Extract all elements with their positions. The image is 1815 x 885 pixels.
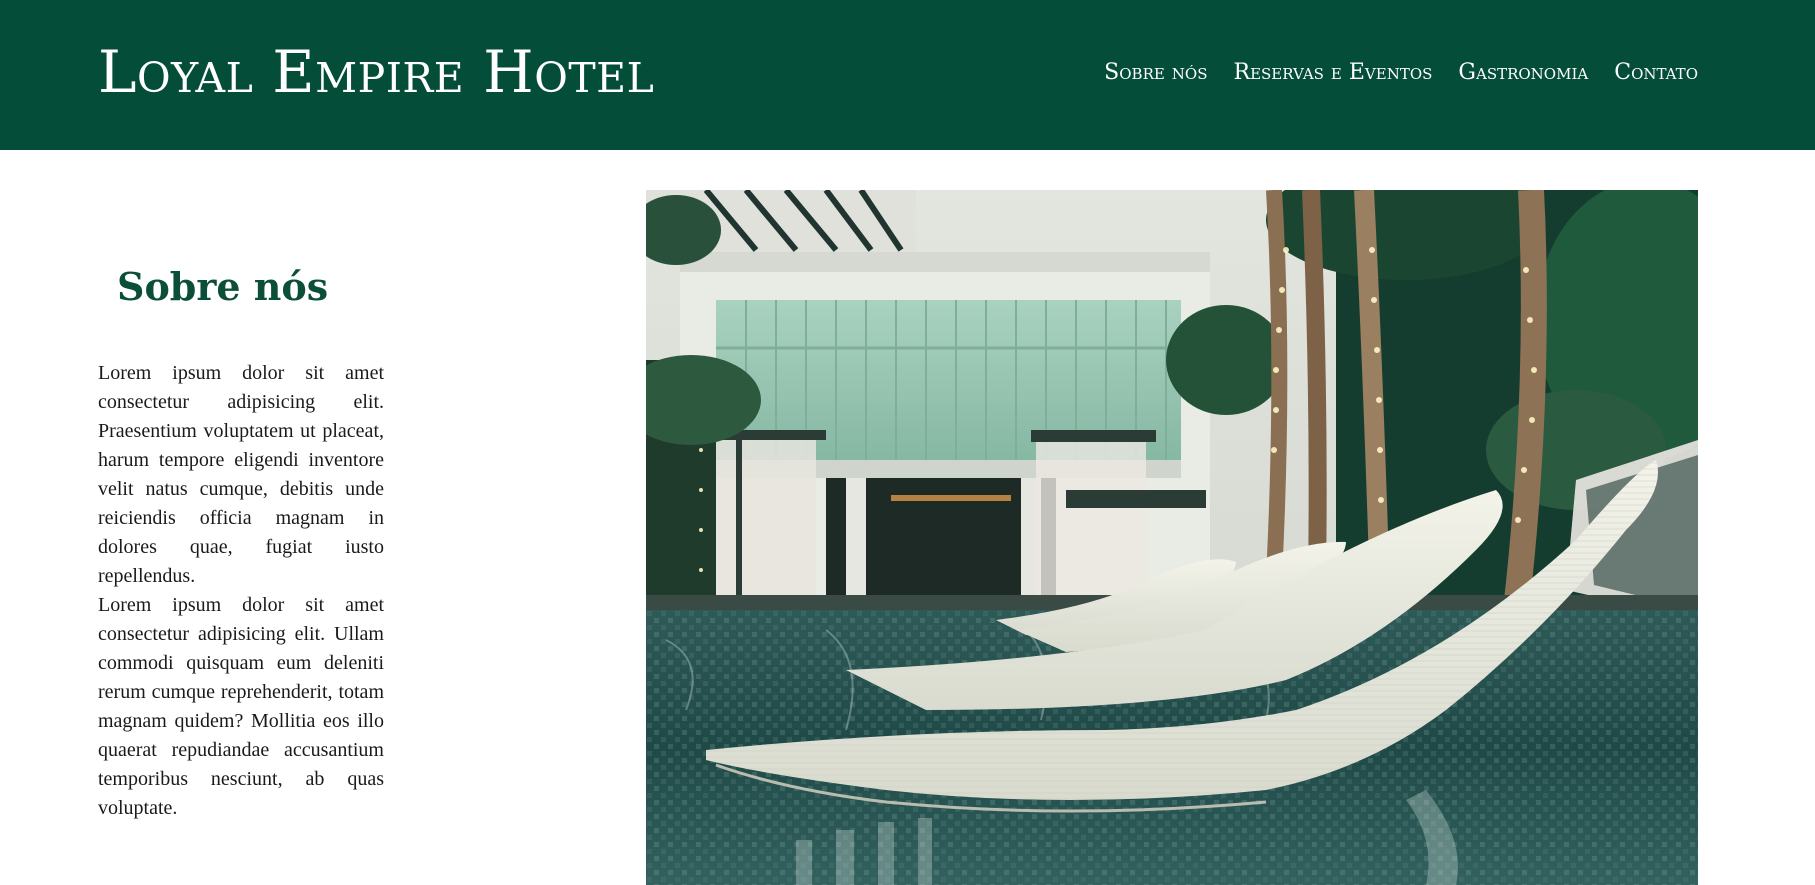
nav-link-reservas-eventos[interactable]: Reservas e Eventos — [1234, 58, 1433, 88]
about-paragraph-1: Lorem ipsum dolor sit amet consectetur a… — [98, 362, 384, 587]
about-text: Lorem ipsum dolor sit amet consectetur a… — [98, 359, 384, 823]
about-section-title: Sobre nós — [117, 264, 329, 309]
nav-link-gastronomia[interactable]: Gastronomia — [1458, 58, 1588, 88]
hotel-brand-logo[interactable]: Loyal Empire Hotel — [98, 34, 654, 110]
hotel-pool-photo — [646, 190, 1698, 885]
nav-link-sobre-nos[interactable]: Sobre nós — [1104, 58, 1207, 88]
nav-link-contato[interactable]: Contato — [1614, 58, 1698, 88]
main-nav: Sobre nós Reservas e Eventos Gastronomia… — [1104, 58, 1698, 88]
about-paragraph-2: Lorem ipsum dolor sit amet consectetur a… — [98, 594, 384, 819]
site-header: Loyal Empire Hotel Sobre nós Reservas e … — [0, 0, 1815, 150]
